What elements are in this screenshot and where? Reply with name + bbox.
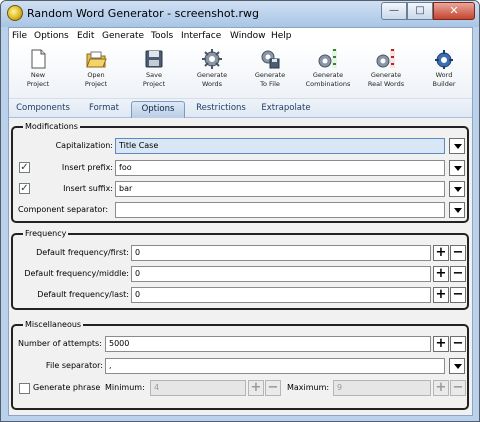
minimum-decrement-button[interactable]: −: [265, 380, 281, 396]
miscellaneous-title: Miscellaneous: [23, 320, 84, 330]
menu-tools[interactable]: Tools: [151, 31, 173, 41]
save-project-button[interactable]: Save Project: [128, 48, 180, 98]
client-area: File Options Edit Generate Tools Interfa…: [8, 27, 473, 416]
frequency-title: Frequency: [23, 229, 69, 239]
title-bar[interactable]: Random Word Generator - screenshot.rwg —…: [1, 1, 479, 27]
minimize-button[interactable]: —: [381, 2, 407, 20]
frequency-first-label: Default frequency/first:: [36, 248, 129, 257]
insert-suffix-checkbox[interactable]: ✓: [19, 183, 30, 194]
insert-prefix-dropdown-button[interactable]: [449, 160, 465, 176]
frequency-first-increment-button[interactable]: +: [433, 245, 449, 261]
frequency-middle-increment-button[interactable]: +: [433, 266, 449, 282]
generate-real-words-icon: [376, 49, 395, 68]
word-builder-label: Word Builder: [432, 71, 456, 88]
menu-interface[interactable]: Interface: [181, 31, 221, 41]
insert-prefix-input[interactable]: foo: [115, 160, 445, 176]
component-separator-dropdown-button[interactable]: [449, 202, 465, 218]
menu-options[interactable]: Options: [34, 31, 69, 41]
frequency-first-decrement-button[interactable]: −: [450, 245, 466, 261]
component-separator-label: Component separator:: [18, 205, 109, 214]
maximum-label: Maximum:: [287, 383, 330, 392]
insert-suffix-label: Insert suffix:: [63, 184, 113, 193]
attempts-increment-button[interactable]: +: [433, 336, 449, 352]
menu-window[interactable]: Window: [230, 31, 266, 41]
component-separator-select[interactable]: [115, 202, 445, 218]
frequency-middle-label: Default frequency/middle:: [24, 269, 129, 278]
minimum-label: Minimum:: [105, 383, 145, 392]
generate-combinations-icon: [318, 49, 337, 68]
generate-combinations-button[interactable]: Generate Combinations: [302, 48, 354, 98]
insert-suffix-dropdown-button[interactable]: [449, 181, 465, 197]
word-builder-icon: [435, 50, 453, 69]
app-icon: [7, 5, 23, 21]
word-builder-button[interactable]: Word Builder: [418, 48, 470, 98]
frequency-last-input[interactable]: 0: [131, 287, 431, 303]
new-project-button[interactable]: New Project: [12, 48, 64, 98]
tab-bar: Components Format Options Restrictions E…: [9, 99, 472, 118]
toolbar: New Project Open Project Save Project Ge…: [9, 44, 472, 99]
save-project-icon: [145, 50, 163, 68]
insert-prefix-checkbox[interactable]: ✓: [19, 162, 30, 173]
menu-help[interactable]: Help: [271, 31, 292, 41]
maximum-input[interactable]: 9: [333, 380, 431, 396]
generate-phrase-checkbox[interactable]: [19, 383, 30, 394]
tab-components[interactable]: Components: [11, 101, 75, 118]
file-separator-select[interactable]: ,: [105, 358, 445, 374]
tab-extrapolate[interactable]: Extrapolate: [257, 101, 315, 118]
frequency-group: Frequency Default frequency/first: 0 + −…: [11, 229, 469, 310]
generate-to-file-button[interactable]: Generate To File: [244, 48, 296, 98]
new-project-icon: [31, 49, 46, 69]
generate-to-file-label: Generate To File: [254, 71, 286, 88]
frequency-last-decrement-button[interactable]: −: [450, 287, 466, 303]
generate-to-file-icon: [261, 50, 280, 69]
new-project-label: New Project: [26, 71, 50, 88]
app-window: Random Word Generator - screenshot.rwg —…: [0, 0, 480, 422]
open-project-icon: [86, 51, 107, 68]
maximize-button[interactable]: □: [407, 2, 433, 20]
capitalization-select[interactable]: Title Case: [115, 138, 445, 154]
frequency-middle-decrement-button[interactable]: −: [450, 266, 466, 282]
close-button[interactable]: ✕: [433, 2, 475, 20]
options-panel: Modifications Capitalization: Title Case…: [9, 118, 472, 415]
modifications-title: Modifications: [23, 122, 80, 132]
generate-combinations-label: Generate Combinations: [305, 71, 351, 88]
maximum-increment-button[interactable]: +: [433, 380, 449, 396]
generate-words-label: Generate Words: [196, 71, 228, 88]
frequency-first-input[interactable]: 0: [131, 245, 431, 261]
open-project-label: Open Project: [84, 71, 108, 88]
number-of-attempts-label: Number of attempts:: [18, 339, 102, 348]
tab-format[interactable]: Format: [77, 101, 131, 118]
generate-real-words-button[interactable]: Generate Real Words: [360, 48, 412, 98]
frequency-last-label: Default frequency/last:: [37, 290, 129, 299]
insert-prefix-label: Insert prefix:: [61, 163, 113, 172]
file-separator-label: File separator:: [45, 361, 103, 370]
attempts-decrement-button[interactable]: −: [450, 336, 466, 352]
generate-phrase-label: Generate phrase: [33, 383, 101, 392]
window-title: Random Word Generator - screenshot.rwg: [27, 7, 259, 20]
number-of-attempts-input[interactable]: 5000: [105, 336, 431, 352]
minimum-increment-button[interactable]: +: [248, 380, 264, 396]
tab-restrictions[interactable]: Restrictions: [187, 101, 255, 118]
menu-generate[interactable]: Generate: [102, 31, 144, 41]
frequency-last-increment-button[interactable]: +: [433, 287, 449, 303]
generate-real-words-label: Generate Real Words: [367, 71, 405, 88]
save-project-label: Save Project: [142, 71, 166, 88]
tab-options[interactable]: Options: [131, 101, 185, 118]
insert-suffix-input[interactable]: bar: [115, 181, 445, 197]
open-project-button[interactable]: Open Project: [70, 48, 122, 98]
file-separator-dropdown-button[interactable]: [449, 358, 465, 374]
miscellaneous-group: Miscellaneous Number of attempts: 5000 +…: [11, 320, 469, 410]
generate-words-icon: [202, 49, 222, 69]
minimum-input[interactable]: 4: [150, 380, 246, 396]
maximum-decrement-button[interactable]: −: [450, 380, 466, 396]
capitalization-label: Capitalization:: [55, 141, 113, 150]
menu-edit[interactable]: Edit: [77, 31, 94, 41]
capitalization-dropdown-button[interactable]: [449, 138, 465, 154]
menu-file[interactable]: File: [12, 31, 27, 41]
generate-words-button[interactable]: Generate Words: [186, 48, 238, 98]
modifications-group: Modifications Capitalization: Title Case…: [11, 122, 469, 223]
frequency-middle-input[interactable]: 0: [131, 266, 431, 282]
menu-bar: File Options Edit Generate Tools Interfa…: [9, 28, 472, 44]
